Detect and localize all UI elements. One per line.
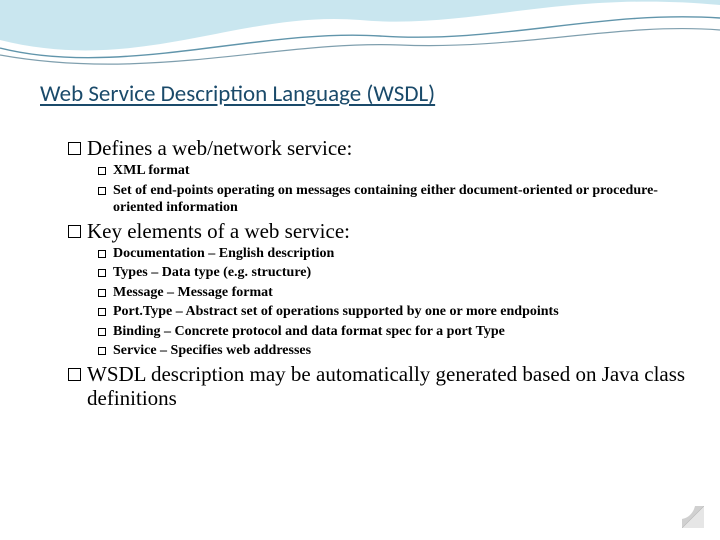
list-item: XML format bbox=[98, 162, 690, 180]
list-item-text: Types – Data type (e.g. structure) bbox=[113, 264, 690, 282]
section-heading-text: Key elements of a web service: bbox=[87, 219, 350, 243]
bullet-box-icon bbox=[68, 368, 81, 381]
header-wave-decoration bbox=[0, 0, 720, 80]
list-item-text: Set of end-points operating on messages … bbox=[113, 182, 690, 217]
list-item-text: Message – Message format bbox=[113, 284, 690, 302]
bullet-box-icon bbox=[98, 347, 106, 355]
list-item: Message – Message format bbox=[98, 284, 690, 302]
list-item-text: Binding – Concrete protocol and data for… bbox=[113, 323, 690, 341]
section-3: WSDL description may be automatically ge… bbox=[68, 362, 690, 410]
section-1: Defines a web/network service: bbox=[68, 136, 690, 160]
list-item-text: Service – Specifies web addresses bbox=[113, 342, 690, 360]
list-item: Set of end-points operating on messages … bbox=[98, 182, 690, 217]
bullet-box-icon bbox=[98, 250, 106, 258]
section-heading-text: Defines a web/network service: bbox=[87, 136, 352, 160]
list-item: Types – Data type (e.g. structure) bbox=[98, 264, 690, 282]
list-item: Documentation – English description bbox=[98, 245, 690, 263]
section-heading: WSDL description may be automatically ge… bbox=[68, 362, 690, 410]
body-text: Defines a web/network service: XML forma… bbox=[40, 136, 690, 410]
list-item-text: Port.Type – Abstract set of operations s… bbox=[113, 303, 690, 321]
list-item: Port.Type – Abstract set of operations s… bbox=[98, 303, 690, 321]
slide-content: Web Service Description Language (WSDL) … bbox=[40, 80, 690, 412]
list-item-text: Documentation – English description bbox=[113, 245, 690, 263]
bullet-box-icon bbox=[98, 187, 106, 195]
list-item: Binding – Concrete protocol and data for… bbox=[98, 323, 690, 341]
section-2: Key elements of a web service: bbox=[68, 219, 690, 243]
section-heading-text: WSDL description may be automatically ge… bbox=[87, 362, 690, 410]
page-title: Web Service Description Language (WSDL) bbox=[40, 80, 690, 108]
list-item-text: XML format bbox=[113, 162, 690, 180]
bullet-box-icon bbox=[98, 308, 106, 316]
bullet-box-icon bbox=[98, 328, 106, 336]
section-heading: Defines a web/network service: bbox=[68, 136, 690, 160]
bullet-box-icon bbox=[98, 269, 106, 277]
bullet-box-icon bbox=[98, 167, 106, 175]
list-item: Service – Specifies web addresses bbox=[98, 342, 690, 360]
bullet-box-icon bbox=[98, 289, 106, 297]
bullet-box-icon bbox=[68, 142, 81, 155]
bullet-box-icon bbox=[68, 225, 81, 238]
page-curl-icon bbox=[682, 506, 704, 528]
section-heading: Key elements of a web service: bbox=[68, 219, 690, 243]
